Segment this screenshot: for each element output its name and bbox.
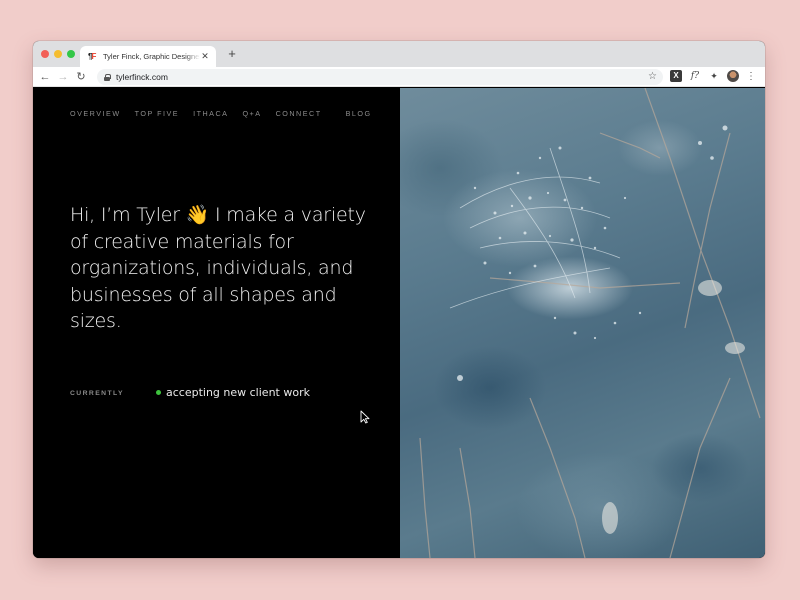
forward-button[interactable]: → — [57, 70, 69, 84]
status-value: accepting new client work — [166, 386, 310, 399]
nav-item-qa[interactable]: Q+A — [242, 109, 261, 118]
puzzle-icon[interactable]: ✦ — [708, 70, 720, 82]
maximize-window-button[interactable] — [67, 50, 75, 58]
browser-tab[interactable]: ¶F Tyler Finck, Graphic Designer, I ✕ — [80, 46, 216, 67]
intro-panel: OVERVIEW TOP FIVE ITHACA Q+A CONNECT BLO… — [33, 88, 400, 558]
tab-title: Tyler Finck, Graphic Designer, I — [103, 52, 200, 61]
nav-item-overview[interactable]: OVERVIEW — [70, 109, 121, 118]
status-row: accepting new client work — [156, 386, 310, 399]
hero-photo — [400, 88, 765, 558]
status-label: CURRENTLY — [70, 390, 124, 397]
hero-text: Hi, I’m Tyler 👋 I make a variety of crea… — [70, 204, 366, 332]
nav-item-connect[interactable]: CONNECT — [276, 109, 322, 118]
browser-toolbar: ← → ↻ tylerfinck.com ☆ X f? ✦ ⋮ — [33, 67, 765, 87]
page-content: OVERVIEW TOP FIVE ITHACA Q+A CONNECT BLO… — [33, 88, 765, 558]
nav-item-top-five[interactable]: TOP FIVE — [135, 109, 180, 118]
status-indicator-dot — [156, 390, 161, 395]
site-nav: OVERVIEW TOP FIVE ITHACA Q+A CONNECT BLO… — [70, 109, 386, 118]
address-bar[interactable]: tylerfinck.com ☆ — [97, 69, 663, 85]
reload-button[interactable]: ↻ — [75, 70, 87, 84]
mouse-cursor-icon — [360, 410, 370, 424]
minimize-window-button[interactable] — [54, 50, 62, 58]
x-extension-icon[interactable]: X — [670, 70, 682, 82]
browser-window: ¶F Tyler Finck, Graphic Designer, I ✕ + … — [33, 41, 765, 558]
url-text[interactable]: tylerfinck.com — [116, 72, 168, 82]
more-menu-icon[interactable]: ⋮ — [746, 71, 756, 82]
photo-texture — [419, 88, 761, 558]
back-button[interactable]: ← — [39, 70, 51, 84]
lock-icon[interactable] — [104, 73, 111, 81]
tab-strip: ¶F Tyler Finck, Graphic Designer, I ✕ + — [33, 41, 765, 67]
f-extension-icon[interactable]: f? — [689, 70, 701, 82]
nav-item-blog[interactable]: BLOG — [346, 109, 372, 118]
close-tab-icon[interactable]: ✕ — [200, 51, 210, 62]
close-window-button[interactable] — [41, 50, 49, 58]
new-tab-button[interactable]: + — [225, 47, 239, 61]
favicon-icon: ¶F — [88, 52, 96, 61]
extensions-area: X f? ✦ ⋮ — [670, 70, 756, 82]
profile-avatar[interactable] — [727, 70, 739, 82]
window-controls — [41, 50, 75, 58]
bookmark-star-icon[interactable]: ☆ — [648, 70, 657, 84]
nav-item-ithaca[interactable]: ITHACA — [193, 109, 228, 118]
